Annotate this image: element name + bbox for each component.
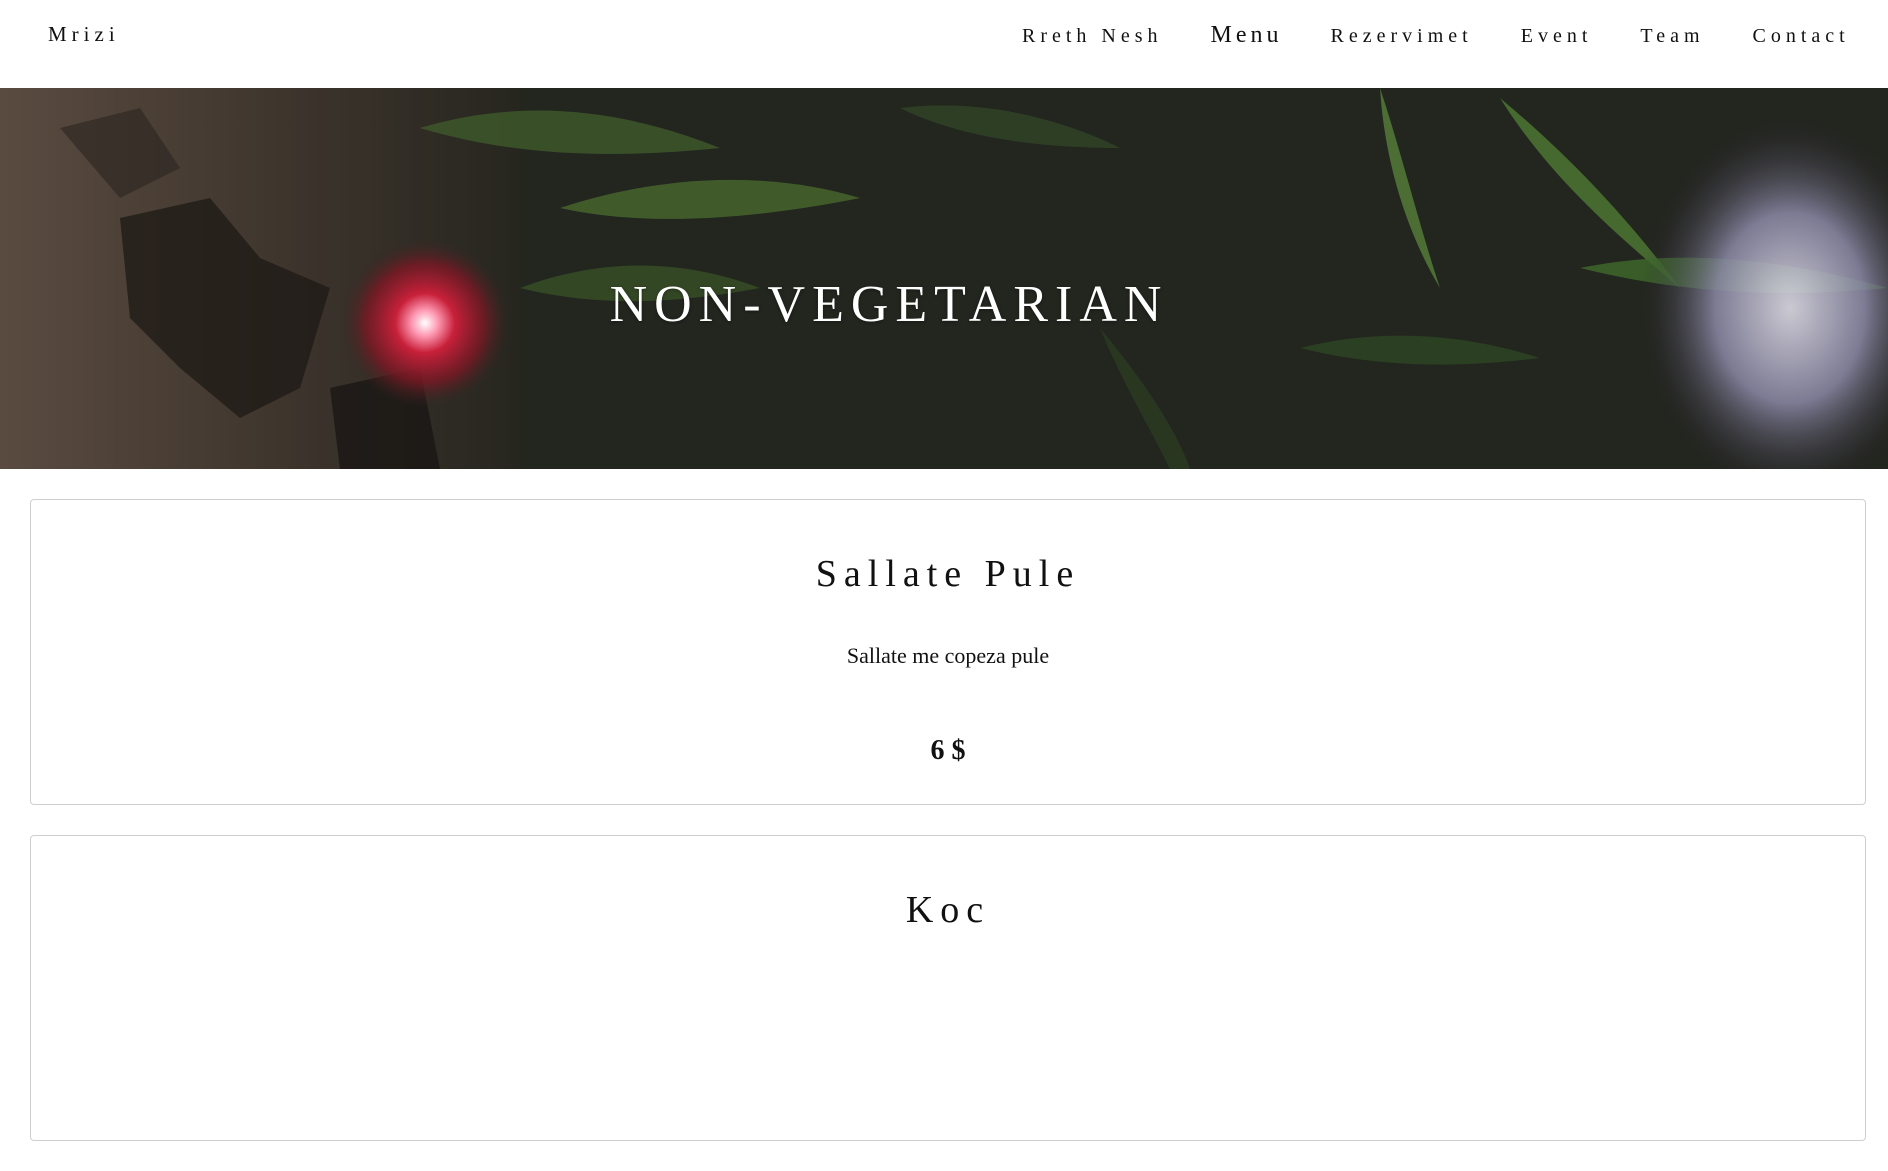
- category-title: NON-VEGETARIAN: [609, 276, 1169, 333]
- nav-link-event[interactable]: Event: [1521, 25, 1593, 48]
- nav-link-rezervimet[interactable]: Rezervimet: [1331, 25, 1473, 48]
- menu-item-price: 6 $: [930, 735, 966, 766]
- menu-items-list: Sallate Pule Sallate me copeza pule 6 $ …: [30, 499, 1866, 1171]
- menu-item-name: Sallate Pule: [815, 553, 1081, 595]
- menu-item-name: Koc: [905, 889, 991, 931]
- nav-link-menu[interactable]: Menu: [1211, 22, 1283, 49]
- menu-item-description: Sallate me copeza pule: [846, 643, 1050, 668]
- nav-link-rreth-nesh[interactable]: Rreth Nesh: [1022, 25, 1163, 48]
- menu-item-card: Koc: [30, 835, 1866, 1141]
- hero-banner: NON-VEGETARIAN: [0, 88, 1888, 469]
- nav-link-contact[interactable]: Contact: [1753, 25, 1850, 48]
- menu-item-card: Sallate Pule Sallate me copeza pule 6 $: [30, 499, 1866, 805]
- brand-logo-link[interactable]: Mrizi: [48, 22, 120, 47]
- nav-link-team[interactable]: Team: [1640, 25, 1704, 48]
- navbar: Mrizi Rreth Nesh Menu Rezervimet Event T…: [0, 0, 1888, 88]
- nav-links: Rreth Nesh Menu Rezervimet Event Team Co…: [1022, 22, 1888, 49]
